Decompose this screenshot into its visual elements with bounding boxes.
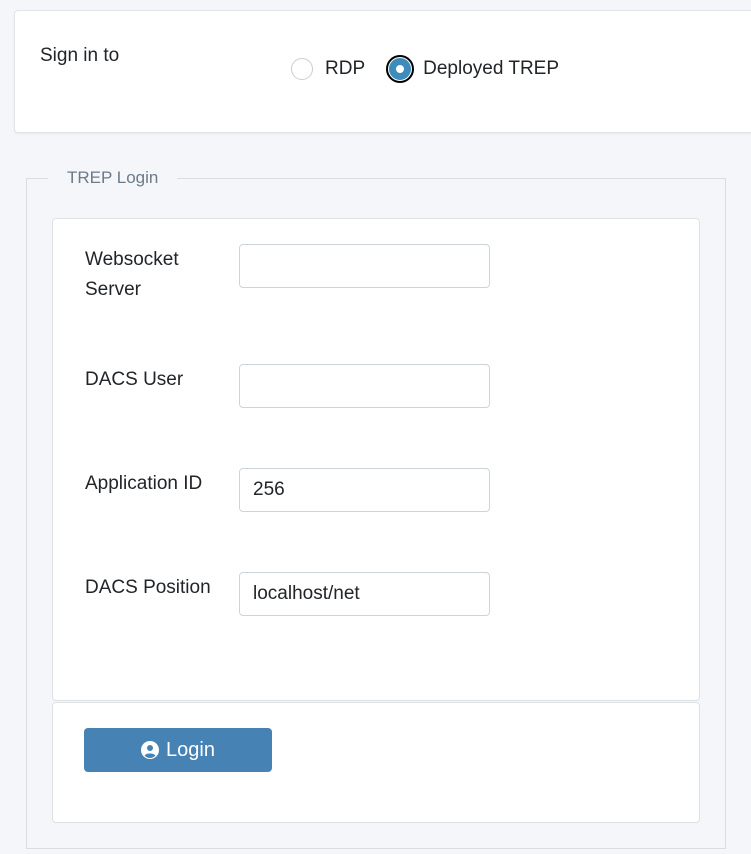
dacs-user-input[interactable] xyxy=(239,364,490,408)
user-circle-icon xyxy=(141,741,160,759)
websocket-server-input[interactable] xyxy=(239,244,490,288)
application-id-input[interactable] xyxy=(239,468,490,512)
rdp-radio-label: RDP xyxy=(325,58,366,79)
dacs-user-label: DACS User xyxy=(85,369,184,390)
login-button-label: Login xyxy=(166,738,215,761)
login-footer: Login xyxy=(52,702,700,823)
trep-login-legend: TREP Login xyxy=(67,168,159,187)
dacs-position-input[interactable] xyxy=(239,572,490,616)
trep-login-form: Websocket Server DACS User Application I… xyxy=(52,218,700,701)
sign-in-card: Sign in to RDP Deployed TREP xyxy=(14,10,751,133)
sign-in-label: Sign in to xyxy=(40,45,120,66)
websocket-server-label: Websocket Server xyxy=(85,249,179,300)
login-button[interactable]: Login xyxy=(84,728,272,772)
application-id-label: Application ID xyxy=(85,473,203,494)
deployed-trep-radio-button[interactable] xyxy=(386,55,415,83)
sign-in-target-radio-group: RDP Deployed TREP xyxy=(291,55,560,83)
radio-option-rdp[interactable]: RDP xyxy=(291,58,365,80)
rdp-radio-button[interactable] xyxy=(291,58,313,80)
dacs-position-label: DACS Position xyxy=(85,577,211,598)
deployed-trep-radio-label: Deployed TREP xyxy=(423,58,560,79)
radio-option-deployed-trep[interactable]: Deployed TREP xyxy=(386,55,560,83)
